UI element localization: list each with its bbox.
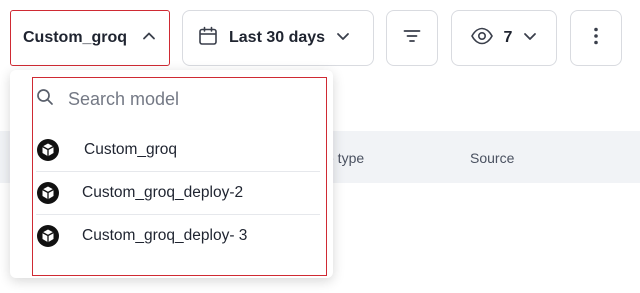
model-search-input[interactable] [68, 89, 288, 110]
model-option-label: Custom_groq [84, 141, 178, 158]
model-option-label: Custom_groq_deploy-2 [82, 184, 244, 201]
chevron-down-icon [522, 28, 538, 49]
model-option[interactable]: Custom_groq_deploy- 3 [36, 215, 322, 257]
model-cube-icon [36, 181, 60, 205]
date-range-button[interactable]: Last 30 days [182, 10, 374, 66]
kebab-vertical-icon [593, 26, 599, 51]
model-selector-label: Custom_groq [23, 29, 127, 46]
column-header-source[interactable]: Source [470, 150, 514, 166]
model-option[interactable]: Custom_groq_deploy-2 [36, 172, 322, 214]
chevron-up-icon [141, 28, 157, 49]
model-cube-icon [36, 224, 60, 248]
model-search [36, 88, 288, 111]
visible-columns-count: 7 [503, 29, 513, 46]
visible-columns-button[interactable]: 7 [451, 10, 557, 66]
calendar-icon [197, 25, 219, 52]
eye-icon [470, 26, 494, 51]
model-option[interactable]: Custom_groq [36, 129, 322, 171]
chevron-down-icon [335, 28, 351, 49]
date-range-label: Last 30 days [229, 29, 326, 46]
model-selector-button[interactable]: Custom_groq [10, 10, 170, 66]
filter-lines-icon [402, 26, 422, 51]
more-options-button[interactable] [570, 10, 622, 66]
search-icon [36, 88, 54, 111]
model-cube-icon [36, 138, 60, 162]
filter-button[interactable] [386, 10, 438, 66]
model-option-label: Custom_groq_deploy- 3 [82, 227, 248, 244]
